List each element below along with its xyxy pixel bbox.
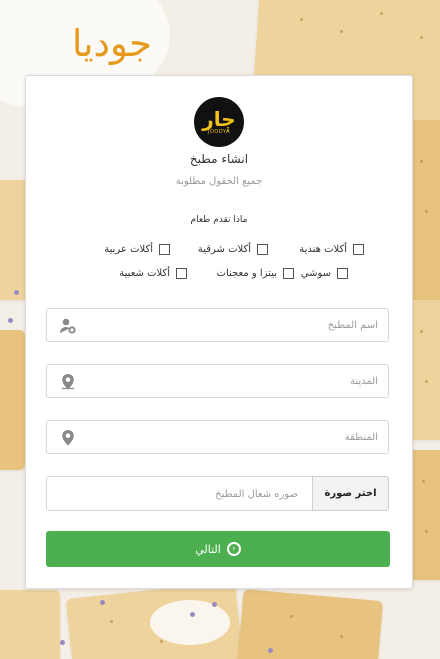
bg-cream	[150, 600, 230, 645]
choose-image-button[interactable]: اختر صورة	[312, 476, 389, 511]
add-user-icon	[60, 318, 76, 334]
option-label: أكلات عربية	[104, 244, 153, 255]
city-input[interactable]	[78, 365, 378, 397]
option-pizza[interactable]: بيتزا و معجنات	[217, 268, 294, 279]
city-field[interactable]	[46, 364, 389, 398]
option-label: أكلات هندية	[299, 244, 347, 255]
logo-word: JOODYA	[207, 129, 230, 135]
checkbox[interactable]	[337, 268, 348, 279]
bg-cracker	[0, 590, 60, 659]
option-indian[interactable]: أكلات هندية	[299, 244, 364, 255]
logo-upload-filename[interactable]: صوره شعال المطبخ	[46, 476, 312, 511]
logo-glyph: ڄار	[202, 107, 236, 131]
next-button[interactable]: ‹ التالي	[46, 531, 390, 567]
form-subtitle: جميع الحقول مطلوبة	[175, 176, 263, 187]
checkbox[interactable]	[353, 244, 364, 255]
brand-title: جوديا	[71, 22, 152, 65]
map-pin-icon	[62, 430, 74, 446]
kitchen-name-field[interactable]	[46, 308, 389, 342]
checkbox[interactable]	[159, 244, 170, 255]
region-input[interactable]	[78, 421, 378, 453]
bg-cracker	[0, 330, 25, 470]
option-label: أكلات شعبية	[119, 268, 170, 279]
option-sushi[interactable]: سوشي	[301, 268, 348, 279]
bg-cracker	[236, 589, 384, 659]
option-arabic[interactable]: أكلات عربية	[104, 244, 170, 255]
kitchen-name-input[interactable]	[78, 309, 378, 341]
option-label: بيتزا و معجنات	[216, 268, 277, 279]
cuisine-question: ماذا تقدم طعام	[190, 215, 248, 225]
checkbox[interactable]	[283, 268, 294, 279]
option-label: سوشي	[300, 268, 331, 279]
logo-upload: صوره شعال المطبخ اختر صورة	[46, 476, 389, 511]
option-oriental[interactable]: أكلات شرقية	[198, 244, 268, 255]
map-pin-icon	[62, 374, 74, 390]
region-field[interactable]	[46, 420, 389, 454]
option-popular[interactable]: أكلات شعبية	[119, 268, 187, 279]
chevron-left-circle-icon: ‹	[226, 542, 241, 556]
create-kitchen-form: ڄار JOODYA انشاء مطبخ جميع الحقول مطلوبة…	[25, 75, 413, 589]
next-button-label: التالي	[195, 542, 221, 556]
option-label: أكلات شرقية	[197, 244, 251, 255]
checkbox[interactable]	[257, 244, 268, 255]
brand-logo: ڄار JOODYA	[194, 97, 244, 147]
checkbox[interactable]	[176, 268, 187, 279]
form-title: انشاء مطبخ	[189, 152, 249, 166]
